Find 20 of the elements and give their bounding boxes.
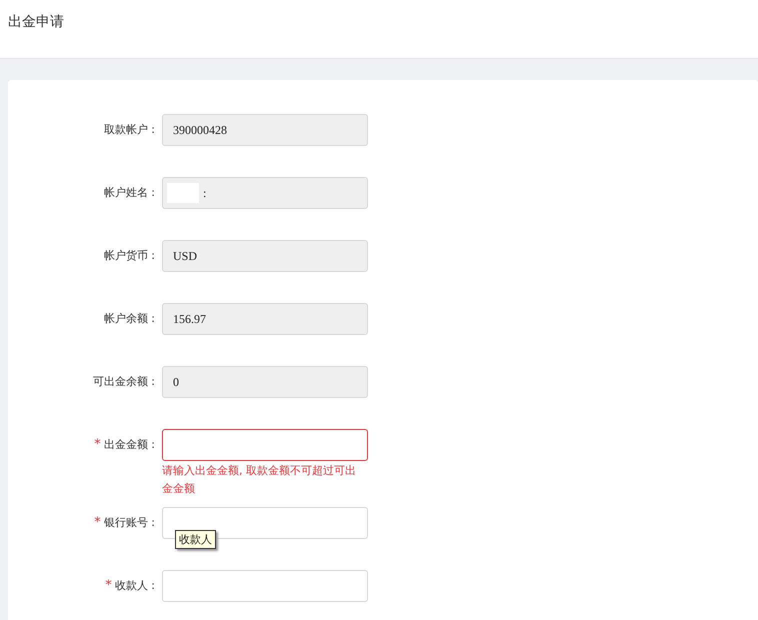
- field-label: 帐户姓名 :: [104, 185, 155, 201]
- input-field[interactable]: 0: [162, 366, 368, 398]
- input-field[interactable]: 156.97: [162, 303, 368, 335]
- field-label: 出金金额 :: [104, 437, 155, 453]
- field-label: 帐户余额 :: [104, 311, 155, 327]
- page-title: 出金申请: [8, 13, 64, 31]
- field-label: 收款人 :: [114, 578, 155, 594]
- field-label: 取款帐户 :: [104, 122, 155, 138]
- required-mark: *: [94, 514, 101, 532]
- field-label: 帐户货币 :: [104, 248, 155, 264]
- required-mark: *: [94, 436, 101, 454]
- field-label: 可出金余额 :: [92, 374, 155, 390]
- tooltip: 收款人: [175, 530, 216, 549]
- input-field[interactable]: 390000428: [162, 114, 368, 146]
- required-mark: *: [105, 577, 112, 595]
- field-label: 银行账号 :: [104, 515, 155, 531]
- input-field[interactable]: USD: [162, 240, 368, 272]
- input-field[interactable]: [162, 429, 368, 461]
- input-field[interactable]: :: [162, 177, 368, 209]
- error-message: 请输入出金金额, 取款金额不可超过可出金金额: [162, 463, 357, 497]
